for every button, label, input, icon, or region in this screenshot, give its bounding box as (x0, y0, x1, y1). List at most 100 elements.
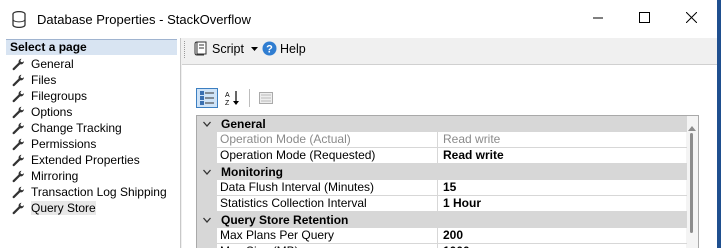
wrench-icon (12, 74, 31, 87)
category-row[interactable]: General (197, 116, 687, 132)
wrench-icon (12, 90, 31, 103)
wrench-icon (12, 122, 31, 135)
property-value[interactable]: 15 (438, 180, 687, 196)
window-title: Database Properties - StackOverflow (37, 12, 251, 27)
wrench-icon (12, 58, 31, 71)
scroll-up-icon[interactable] (688, 120, 696, 134)
property-value[interactable]: 1000 (438, 244, 687, 248)
collapse-chevron-icon[interactable] (197, 116, 217, 132)
wrench-icon (12, 106, 31, 119)
wrench-icon (12, 170, 31, 183)
vertical-scrollbar[interactable] (686, 116, 698, 248)
row-gutter (197, 180, 217, 196)
sidebar-item-files[interactable]: Files (12, 72, 167, 88)
collapse-chevron-icon[interactable] (197, 212, 217, 228)
sidebar-item-extended-properties[interactable]: Extended Properties (12, 152, 167, 168)
script-button[interactable]: Script (194, 41, 258, 56)
scroll-thumb[interactable] (690, 133, 693, 233)
alphabetical-button[interactable]: A Z (222, 88, 244, 108)
chevron-down-icon[interactable] (250, 46, 258, 51)
categorized-button[interactable] (196, 88, 218, 108)
sidebar-item-label: Mirroring (31, 169, 79, 183)
property-value[interactable]: 200 (438, 228, 687, 244)
wrench-icon (12, 138, 31, 151)
sidebar-item-permissions[interactable]: Permissions (12, 136, 167, 152)
close-icon (685, 11, 697, 26)
property-row[interactable]: Max Size (MB)1000 (197, 244, 687, 248)
property-pages-icon (259, 92, 273, 104)
sidebar-item-label: Options (31, 105, 73, 119)
sidebar-item-change-tracking[interactable]: Change Tracking (12, 120, 167, 136)
toolbar-separator (249, 89, 250, 107)
page-selector-panel: Select a page General Files Filegroups Opti… (0, 38, 181, 248)
sidebar-item-label: Change Tracking (31, 121, 122, 135)
sidebar-item-transaction-log-shipping[interactable]: Transaction Log Shipping (12, 184, 167, 200)
close-button[interactable] (668, 0, 714, 38)
row-gutter (197, 132, 217, 148)
help-label: Help (280, 41, 306, 56)
minimize-button[interactable] (575, 0, 621, 38)
category-row[interactable]: Monitoring (197, 164, 687, 180)
sidebar-item-query-store[interactable]: Query Store (12, 200, 167, 216)
category-row[interactable]: Query Store Retention (197, 212, 687, 228)
properties-pane: A Z General Operation Mode (Actual) Read… (182, 64, 717, 248)
collapse-chevron-icon[interactable] (197, 164, 217, 180)
svg-text:?: ? (266, 44, 273, 56)
toolbar: Script ? Help (182, 38, 717, 62)
sidebar-item-label: Permissions (31, 137, 97, 151)
title-bar[interactable]: Database Properties - StackOverflow (0, 0, 717, 38)
property-row[interactable]: Statistics Collection Interval 1 Hour (197, 196, 687, 212)
toolbar-grip[interactable] (184, 41, 187, 58)
property-value[interactable]: Read write (438, 148, 687, 164)
property-name: Statistics Collection Interval (217, 196, 438, 212)
property-name: Max Plans Per Query (217, 228, 438, 244)
property-row[interactable]: Data Flush Interval (Minutes) 15 (197, 180, 687, 196)
row-gutter (197, 196, 217, 212)
property-name: Operation Mode (Actual) (217, 132, 438, 148)
wrench-icon (12, 202, 31, 215)
row-gutter (197, 244, 217, 248)
database-properties-window: Database Properties - StackOverflow Sele… (0, 0, 717, 248)
main-panel: Script ? Help A Z General Operation Mode… (182, 38, 717, 248)
sidebar-item-general[interactable]: General (12, 56, 167, 72)
property-value[interactable]: 1 Hour (438, 196, 687, 212)
maximize-icon (638, 12, 650, 26)
maximize-button[interactable] (621, 0, 667, 38)
wrench-icon (12, 154, 31, 167)
sort-alphabetical-icon: A Z (225, 90, 241, 106)
category-label: General (221, 117, 266, 131)
page-list: General Files Filegroups Options Change Trac… (12, 56, 167, 216)
wrench-icon (12, 186, 31, 199)
sidebar-header: Select a page (6, 39, 177, 55)
categorized-icon (200, 91, 214, 105)
property-pages-button[interactable] (255, 88, 277, 108)
sidebar-item-label: Query Store (31, 201, 96, 215)
property-grid-toolbar: A Z (196, 88, 277, 108)
svg-text:A: A (225, 92, 230, 99)
row-gutter (197, 228, 217, 244)
script-label: Script (212, 41, 244, 56)
svg-text:Z: Z (225, 100, 230, 106)
sidebar-item-options[interactable]: Options (12, 104, 167, 120)
sidebar-item-label: Extended Properties (31, 153, 140, 167)
minimize-icon (593, 12, 603, 26)
script-icon (194, 41, 208, 56)
category-label: Query Store Retention (221, 213, 349, 227)
sidebar-item-mirroring[interactable]: Mirroring (12, 168, 167, 184)
category-label: Monitoring (221, 165, 283, 179)
database-icon (12, 10, 26, 29)
property-name: Max Size (MB) (217, 244, 438, 248)
sidebar-item-label: General (31, 57, 74, 71)
property-row[interactable]: Operation Mode (Actual) Read write (197, 132, 687, 148)
sidebar-item-label: Transaction Log Shipping (31, 185, 167, 199)
row-gutter (197, 148, 217, 164)
property-grid: General Operation Mode (Actual) Read write… (196, 115, 699, 248)
property-row[interactable]: Max Plans Per Query 200 (197, 228, 687, 244)
sidebar-item-label: Filegroups (31, 89, 88, 103)
property-value: Read write (438, 132, 687, 148)
property-row[interactable]: Operation Mode (Requested) Read write (197, 148, 687, 164)
property-name: Data Flush Interval (Minutes) (217, 180, 438, 196)
help-button[interactable]: ? Help (262, 41, 306, 56)
sidebar-item-filegroups[interactable]: Filegroups (12, 88, 167, 104)
sidebar-item-label: Files (31, 73, 57, 87)
